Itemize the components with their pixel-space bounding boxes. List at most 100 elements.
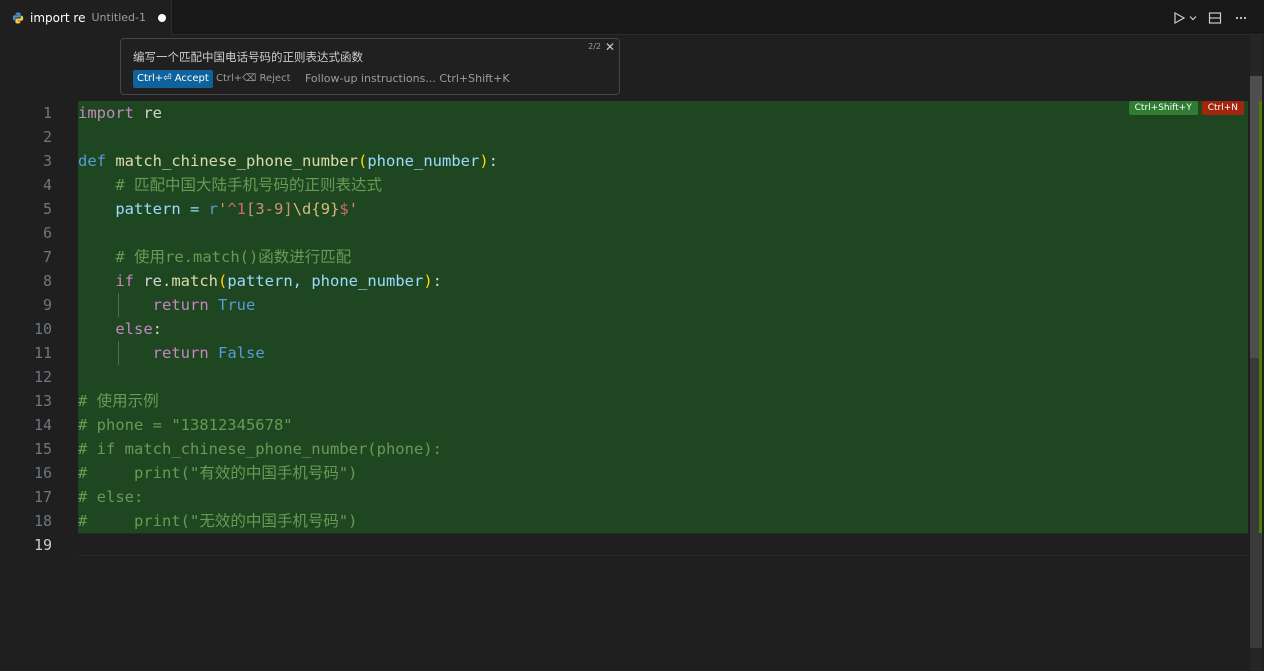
code-token: :: [432, 272, 442, 290]
line-number: 3: [42, 152, 52, 170]
code-token: def: [78, 152, 106, 170]
code-line: if re.match(pattern, phone_number):: [78, 269, 1248, 293]
code-line: # else:: [78, 485, 1248, 509]
code-token: pattern, phone_number: [227, 272, 424, 290]
scrollbar-change-marker: [1259, 101, 1262, 533]
line-number: 11: [33, 344, 52, 362]
code-token: (: [218, 272, 228, 290]
code-token: # phone = "13812345678": [78, 416, 293, 434]
code-token: import: [78, 104, 134, 122]
line-number: 7: [42, 248, 52, 266]
followup-input[interactable]: Follow-up instructions... Ctrl+Shift+K: [305, 70, 510, 88]
code-token: if: [115, 272, 134, 290]
code-token: False: [218, 344, 265, 362]
code-token: # else:: [78, 488, 144, 506]
code-line: pattern = r'^1[3-9]\d{9}$': [78, 197, 1248, 221]
code-token: :: [152, 320, 162, 338]
line-number: 8: [42, 272, 52, 290]
line-number: 19: [33, 536, 52, 554]
code-line: def match_chinese_phone_number(phone_num…: [78, 149, 1248, 173]
editor-tab[interactable]: import re Untitled-1: [0, 0, 172, 35]
code-line: # if match_chinese_phone_number(phone):: [78, 437, 1248, 461]
line-number: 12: [33, 368, 52, 386]
indent-guide: [118, 341, 119, 365]
line-number: 14: [33, 416, 52, 434]
code-line: return True: [78, 293, 1248, 317]
code-token: [3-9]: [246, 200, 293, 218]
code-line: # print("无效的中国手机号码"): [78, 509, 1248, 533]
code-line: return False: [78, 341, 1248, 365]
chevron-down-icon[interactable]: [1188, 9, 1198, 27]
line-number: 6: [42, 224, 52, 242]
editor-actions: [1170, 0, 1250, 35]
code-token: return: [152, 296, 209, 314]
code-token: match_chinese_phone_number: [115, 152, 358, 170]
code-line: # 使用示例: [78, 389, 1248, 413]
code-line: # phone = "13812345678": [78, 413, 1248, 437]
reject-button[interactable]: Ctrl+⌫ Reject: [216, 70, 291, 88]
code-token: ': [218, 200, 228, 218]
tab-title: import re: [30, 10, 86, 25]
indent-guide: [118, 293, 119, 317]
code-token: :: [488, 152, 498, 170]
line-number: 5: [42, 200, 52, 218]
code-line: # 匹配中国大陆手机号码的正则表达式: [78, 173, 1248, 197]
line-number: 18: [33, 512, 52, 530]
code-token: phone_number: [367, 152, 480, 170]
play-icon[interactable]: [1170, 9, 1188, 27]
accept-button[interactable]: Ctrl+⏎ Accept: [133, 70, 213, 88]
split-editor-icon[interactable]: [1206, 9, 1224, 27]
code-token: # if match_chinese_phone_number(phone):: [78, 440, 442, 458]
code-token: r: [208, 200, 218, 218]
line-number: 17: [33, 488, 52, 506]
code-token: return: [152, 344, 209, 362]
code-line: # 使用re.match()函数进行匹配: [78, 245, 1248, 269]
response-counter: 2/2: [588, 42, 601, 51]
line-number-gutter: 1 2 3 4 5 6 7 8 9 10 11 12 13 14 15 16 17 18 19: [0, 101, 78, 557]
code-token: {9}: [311, 200, 340, 218]
code-token: ': [348, 200, 359, 218]
code-token: # 使用re.match()函数进行匹配: [115, 248, 352, 266]
code-token: $: [339, 200, 349, 218]
code-token: # 匹配中国大陆手机号码的正则表达式: [115, 176, 382, 194]
code-token: \d: [292, 200, 312, 218]
code-token: # print("有效的中国手机号码"): [78, 464, 358, 482]
code-token: ): [479, 152, 489, 170]
inline-chat-widget: 编写一个匹配中国电话号码的正则表达式函数 2/2 ✕ Ctrl+⏎ Accept…: [120, 38, 620, 95]
code-line: else:: [78, 317, 1248, 341]
line-number: 10: [33, 320, 52, 338]
code-token: pattern =: [115, 200, 209, 218]
code-line: import re: [78, 101, 1248, 125]
unsaved-dot-icon[interactable]: [157, 13, 166, 22]
code-token: (: [357, 152, 368, 170]
python-icon: [12, 12, 24, 23]
ellipsis-icon[interactable]: [1232, 9, 1250, 27]
diff-action-badges: Ctrl+Shift+Y Ctrl+N: [1128, 101, 1244, 115]
code-token: re.: [134, 272, 172, 290]
code-token: ): [423, 272, 433, 290]
line-number: 4: [42, 176, 52, 194]
line-number: 2: [42, 128, 52, 146]
code-token: True: [218, 296, 256, 314]
line-number: 16: [33, 464, 52, 482]
chat-prompt-text: 编写一个匹配中国电话号码的正则表达式函数: [133, 50, 363, 64]
code-token: re: [134, 104, 162, 122]
code-token: # print("无效的中国手机号码"): [78, 512, 358, 530]
close-icon[interactable]: ✕: [605, 40, 615, 54]
code-line: # print("有效的中国手机号码"): [78, 461, 1248, 485]
line-number: 1: [42, 104, 52, 122]
line-number: 9: [42, 296, 52, 314]
reject-change-button[interactable]: Ctrl+N: [1201, 101, 1244, 115]
code-token: # 使用示例: [78, 392, 159, 410]
line-number: 13: [33, 392, 52, 410]
code-token: else: [115, 320, 153, 338]
line-number: 15: [33, 440, 52, 458]
code-editor[interactable]: import re def match_chinese_phone_number…: [78, 101, 1248, 557]
accept-change-button[interactable]: Ctrl+Shift+Y: [1128, 101, 1198, 115]
tab-subtitle: Untitled-1: [91, 11, 146, 24]
code-token: ^1: [227, 200, 247, 218]
